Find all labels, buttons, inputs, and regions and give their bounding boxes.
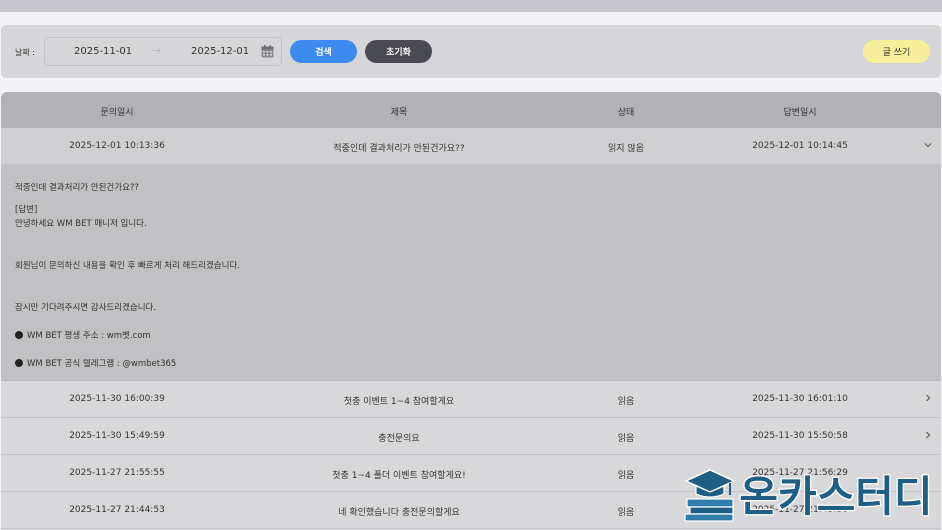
inquiry-title[interactable]: 첫충 1~4 폴더 이벤트 참여할게요! [332, 468, 465, 481]
inquiry-title[interactable]: 네 확인했습니다 충전문의할게요 [338, 505, 460, 518]
table-header: 문의일시 제목 상태 답변일시 [1, 92, 941, 128]
chevron-right-icon[interactable] [923, 429, 933, 441]
calendar-icon[interactable] [261, 45, 274, 58]
status-badge: 읽음 [617, 471, 635, 481]
inquiry-time: 2025-11-27 21:44:53 [69, 505, 165, 515]
detail-address: WM BET 평생 주소 : wm벳.com [27, 331, 151, 341]
status-badge: 읽음 [617, 397, 635, 407]
inquiry-time: 2025-11-30 15:49:59 [69, 431, 165, 441]
table-row[interactable]: 2025-12-01 10:13:36 적중인데 결과처리가 안된건가요?? 읽… [1, 128, 941, 165]
inquiry-time: 2025-11-30 16:00:39 [69, 394, 165, 404]
table-row[interactable]: 2025-11-30 16:00:39 첫충 이벤트 1~4 참여할게요 읽음 … [1, 381, 941, 418]
detail-question: 적중인데 결과처리가 안된건가요?? [15, 183, 139, 193]
status-badge: 읽지 않음 [608, 144, 644, 154]
watermark-logo: 온카스터디 [684, 469, 934, 522]
reset-button[interactable]: 초기화 [365, 40, 432, 63]
inquiry-time: 2025-12-01 10:13:36 [69, 141, 165, 151]
table-row[interactable]: 2025-11-30 15:49:59 충전문의요 읽음 2025-11-30 … [1, 418, 941, 455]
arrow-right-icon: → [152, 44, 162, 57]
date-label: 날짜 : [15, 48, 35, 57]
detail-body: 회원님이 문의하신 내용을 확인 후 빠르게 처리 해드리겠습니다. [15, 261, 240, 271]
inquiry-detail-panel: 적중인데 결과처리가 안된건가요?? [답변] 안녕하세요 WM BET 매니저… [1, 165, 941, 381]
header-status: 상태 [617, 108, 635, 118]
header-inquiry-time: 문의일시 [100, 108, 134, 118]
inquiry-title[interactable]: 충전문의요 [378, 431, 419, 444]
header-answer-time: 답변일시 [783, 108, 817, 118]
detail-address-line: WM BET 평생 주소 : wm벳.com [15, 329, 151, 341]
filter-bar: 날짜 : 2025-11-01 → 2025-12-01 검색 초기화 글 쓰기 [1, 25, 941, 78]
answer-time: 2025-11-30 16:01:10 [752, 394, 848, 404]
chevron-down-icon[interactable] [923, 139, 933, 151]
inquiry-title[interactable]: 적중인데 결과처리가 안된건가요?? [333, 141, 464, 154]
start-date-input[interactable]: 2025-11-01 [74, 46, 132, 57]
date-range-picker[interactable]: 2025-11-01 → 2025-12-01 [44, 37, 282, 66]
answer-time: 2025-12-01 10:14:45 [752, 141, 848, 151]
chevron-right-icon[interactable] [923, 392, 933, 404]
end-date-input[interactable]: 2025-12-01 [191, 46, 249, 57]
detail-telegram: WM BET 공식 텔레그램 : @wmbet365 [27, 359, 177, 369]
detail-telegram-line: WM BET 공식 텔레그램 : @wmbet365 [15, 357, 176, 369]
header-title: 제목 [390, 108, 408, 118]
inquiry-table: 문의일시 제목 상태 답변일시 2025-12-01 10:13:36 적중인데… [1, 92, 941, 530]
detail-answer-tag: [답변] [15, 205, 38, 215]
answer-time: 2025-11-30 15:50:58 [752, 431, 848, 441]
detail-greeting: 안녕하세요 WM BET 매니저 입니다. [15, 219, 147, 229]
bullet-icon [15, 331, 23, 339]
inquiry-title[interactable]: 첫충 이벤트 1~4 참여할게요 [344, 394, 454, 407]
search-button[interactable]: 검색 [290, 40, 357, 63]
bullet-icon [15, 359, 23, 367]
watermark-text: 온카스터디 [739, 472, 932, 521]
write-post-button[interactable]: 글 쓰기 [863, 40, 930, 63]
top-strip [0, 0, 942, 12]
detail-closing: 잠시만 기다려주시면 감사드리겠습니다. [15, 303, 157, 313]
status-badge: 읽음 [617, 508, 635, 518]
status-badge: 읽음 [617, 434, 635, 444]
inquiry-time: 2025-11-27 21:55:55 [69, 468, 165, 478]
